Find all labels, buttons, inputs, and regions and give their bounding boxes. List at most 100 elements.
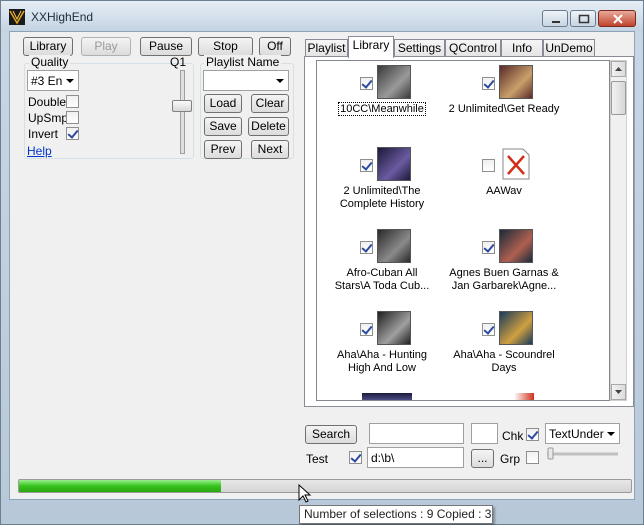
- library-item-checkbox[interactable]: [360, 159, 373, 172]
- invert-checkbox[interactable]: [66, 127, 79, 140]
- library-item-checkbox[interactable]: [482, 241, 495, 254]
- library-item-caption: Aha\Aha - Scoundrel Days: [441, 349, 567, 375]
- title-bar[interactable]: XXHighEnd: [1, 1, 643, 31]
- scroll-down-button[interactable]: [611, 384, 626, 400]
- album-cover-image[interactable]: [377, 65, 411, 99]
- q-slider-track[interactable]: [180, 70, 185, 154]
- chk-value-box[interactable]: [471, 423, 498, 444]
- library-item-caption: AAWav: [441, 185, 567, 198]
- quality-label: Quality: [29, 55, 71, 69]
- client-area: Library Play Pause Stop Off Quality Q1 #…: [9, 31, 635, 500]
- album-cover-image[interactable]: [499, 311, 533, 345]
- library-item-checkbox[interactable]: [482, 77, 495, 90]
- search-input[interactable]: [369, 423, 464, 444]
- q-slider-thumb[interactable]: [172, 100, 192, 112]
- pause-button[interactable]: Pause: [140, 37, 192, 56]
- view-mode-select[interactable]: TextUnder: [545, 423, 620, 444]
- library-item-caption: 2 Unlimited\Get Ready: [441, 103, 567, 116]
- library-item-checkbox[interactable]: [360, 241, 373, 254]
- upsmp-checkbox[interactable]: [66, 111, 79, 124]
- app-icon: [9, 9, 25, 25]
- library-item-checkbox[interactable]: [482, 323, 495, 336]
- test-checkbox[interactable]: [349, 451, 362, 464]
- maximize-button[interactable]: [570, 10, 596, 27]
- chevron-up-icon: [615, 67, 622, 71]
- tab-playlist[interactable]: Playlist: [305, 39, 348, 57]
- prev-button[interactable]: Prev: [204, 140, 242, 159]
- library-item-caption-line: High And Low: [348, 362, 416, 374]
- album-cover-image[interactable]: [499, 229, 533, 263]
- close-button[interactable]: [598, 10, 636, 27]
- library-item-partial[interactable]: [362, 393, 412, 400]
- library-item-caption-line: Afro-Cuban All: [346, 267, 418, 279]
- tab-library[interactable]: Library: [348, 36, 394, 58]
- library-item-caption-line: AAWav: [486, 185, 522, 197]
- library-item-caption-line: Days: [491, 362, 517, 374]
- library-item-caption-line: 10CC\Meanwhile: [338, 102, 426, 116]
- test-label: Test: [306, 452, 329, 466]
- path-input[interactable]: d:\b\: [367, 447, 464, 468]
- load-button[interactable]: Load: [204, 94, 242, 113]
- view-mode-value: TextUnder: [549, 427, 604, 441]
- tab-settings[interactable]: Settings: [394, 39, 445, 57]
- tab-info[interactable]: Info: [501, 39, 543, 57]
- scroll-up-button[interactable]: [611, 61, 626, 77]
- window-frame: XXHighEnd Library Play Pause Stop Off Qu…: [0, 0, 644, 525]
- play-button[interactable]: Play: [81, 37, 131, 56]
- library-item-checkbox[interactable]: [360, 77, 373, 90]
- progress-fill: [19, 480, 221, 492]
- quality-select-value: #3 En: [31, 74, 63, 88]
- library-item-caption-line: 2 Unlimited\Get Ready: [448, 103, 560, 115]
- minimize-icon: [552, 21, 560, 23]
- progress-bar: [18, 479, 632, 493]
- window-title: XXHighEnd: [31, 10, 94, 24]
- library-item-caption-line: Aha\Aha - Hunting: [337, 349, 427, 361]
- library-item-caption: 2 Unlimited\The Complete History: [319, 185, 445, 211]
- tab-undemo[interactable]: UnDemo: [543, 39, 595, 57]
- selection-tooltip: Number of selections : 9 Copied : 3: [299, 505, 493, 524]
- off-button[interactable]: Off: [259, 37, 291, 56]
- browse-button[interactable]: ...: [471, 449, 494, 468]
- help-link[interactable]: Help: [27, 144, 52, 158]
- horizontal-slider[interactable]: [545, 446, 620, 460]
- delete-button[interactable]: Delete: [248, 117, 289, 136]
- next-button[interactable]: Next: [251, 140, 289, 159]
- grp-checkbox[interactable]: [526, 451, 539, 464]
- chk-label: Chk: [502, 429, 524, 443]
- scroll-thumb[interactable]: [611, 81, 626, 115]
- minimize-button[interactable]: [542, 10, 568, 27]
- tab-qcontrol[interactable]: QControl: [445, 39, 501, 57]
- library-item-caption: Afro-Cuban All Stars\A Toda Cub...: [319, 267, 445, 293]
- album-cover-image[interactable]: [377, 229, 411, 263]
- missing-image-icon[interactable]: [499, 147, 533, 181]
- library-item-caption: Agnes Buen Garnas & Jan Garbarek\Agne...: [441, 267, 567, 293]
- close-icon: [613, 14, 623, 24]
- stop-button[interactable]: Stop: [198, 37, 253, 56]
- grp-label: Grp: [500, 452, 521, 466]
- double-label: Double: [28, 95, 67, 109]
- library-item-caption-line: Complete History: [339, 198, 425, 210]
- library-item-caption: Aha\Aha - Hunting High And Low: [319, 349, 445, 375]
- invert-label: Invert: [28, 127, 59, 141]
- search-button[interactable]: Search: [305, 425, 357, 444]
- album-cover-image[interactable]: [499, 65, 533, 99]
- library-view[interactable]: 10CC\Meanwhile 2 Unlimited\Get Ready 2 Unl…: [316, 60, 610, 401]
- quality-select[interactable]: #3 En: [27, 70, 79, 91]
- library-item-partial[interactable]: [484, 393, 534, 400]
- library-item-checkbox[interactable]: [360, 323, 373, 336]
- library-item-caption-line: Jan Garbarek\Agne...: [451, 280, 557, 292]
- clear-button[interactable]: Clear: [251, 94, 289, 113]
- album-cover-image[interactable]: [377, 147, 411, 181]
- album-cover-image[interactable]: [377, 311, 411, 345]
- library-button[interactable]: Library: [23, 37, 73, 56]
- library-scrollbar[interactable]: [610, 60, 627, 401]
- upsmp-label: UpSmp: [28, 111, 69, 125]
- library-item-checkbox[interactable]: [482, 159, 495, 172]
- playlist-name-select[interactable]: [203, 70, 289, 91]
- chevron-down-icon: [607, 432, 615, 436]
- save-button[interactable]: Save: [204, 117, 242, 136]
- chk-checkbox[interactable]: [526, 428, 539, 441]
- library-item-caption-line: Agnes Buen Garnas &: [449, 267, 559, 279]
- double-checkbox[interactable]: [66, 95, 79, 108]
- chevron-down-icon: [66, 79, 74, 83]
